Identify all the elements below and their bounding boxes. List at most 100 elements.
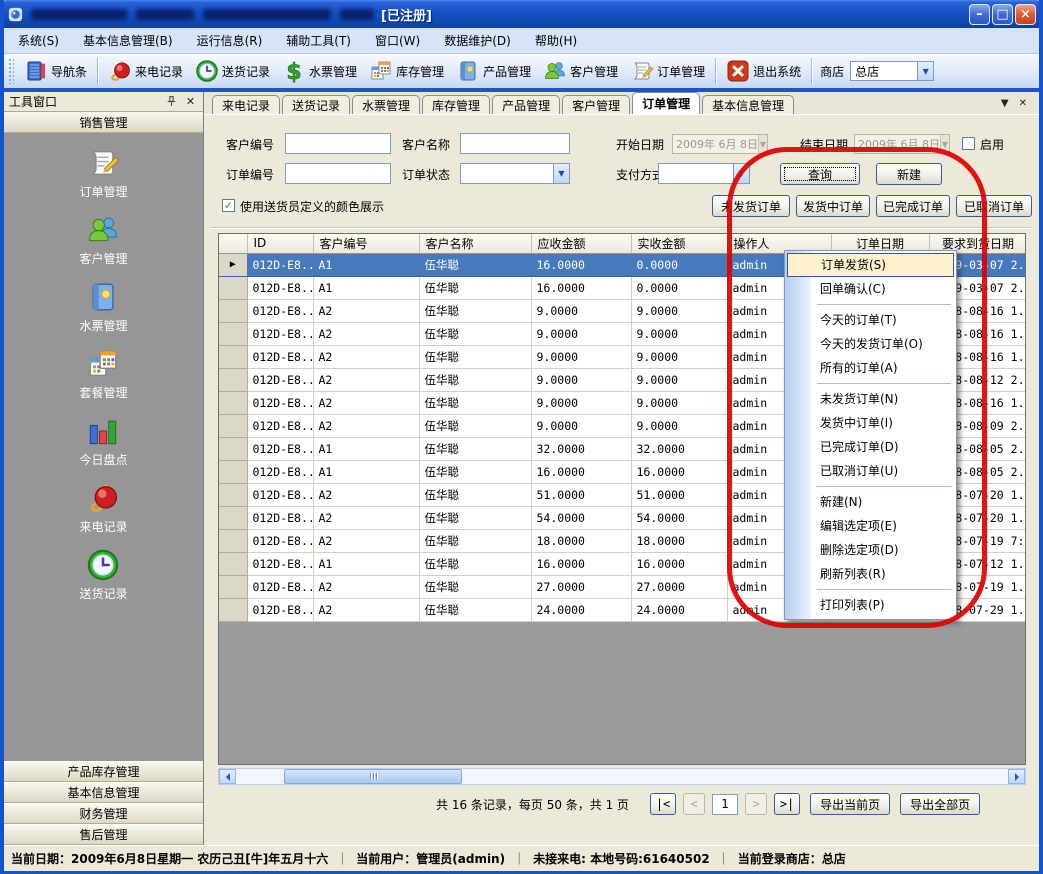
row-selector[interactable]: ▶ <box>219 253 247 276</box>
sidebar-item-water-ticket[interactable]: 水票管理 <box>79 280 127 334</box>
column-header-4[interactable]: 应收金额 <box>531 234 631 253</box>
minimize-button[interactable]: – <box>969 4 990 25</box>
row-selector[interactable] <box>219 414 247 437</box>
context-menu-item-today-orders[interactable]: 今天的订单(T) <box>787 308 954 332</box>
row-selector[interactable] <box>219 598 247 621</box>
column-header-1[interactable]: ID <box>247 234 313 253</box>
tab-call-records[interactable]: 来电记录 <box>212 95 280 114</box>
menubar-item-aux-tools[interactable]: 辅助工具(T) <box>286 32 351 49</box>
context-menu-item-completed-orders[interactable]: 已完成订单(D) <box>787 435 954 459</box>
export-all-pages-button[interactable]: 导出全部页 <box>900 793 980 815</box>
row-selector[interactable] <box>219 437 247 460</box>
menubar-item-basic-info[interactable]: 基本信息管理(B) <box>83 32 173 49</box>
export-current-page-button[interactable]: 导出当前页 <box>810 793 890 815</box>
sidebar-item-delivery-records[interactable]: 送货记录 <box>79 548 127 602</box>
order-no-input[interactable] <box>285 163 391 184</box>
maximize-button[interactable]: □ <box>992 4 1013 25</box>
sidebar-group-after-sales[interactable]: 售后管理 <box>4 824 203 845</box>
toolbar-button-nav-bar[interactable]: 导航条 <box>18 57 93 85</box>
toolbar-button-water-ticket[interactable]: $水票管理 <box>276 57 363 85</box>
menubar-item-window[interactable]: 窗口(W) <box>375 32 420 49</box>
context-menu-item-edit-selected[interactable]: 编辑选定项(E) <box>787 514 954 538</box>
column-header-3[interactable]: 客户名称 <box>419 234 531 253</box>
sidebar-item-today-inventory[interactable]: 今日盘点 <box>79 414 127 468</box>
tab-close-icon[interactable]: ✕ <box>1019 98 1027 109</box>
last-page-button[interactable]: >| <box>774 793 800 815</box>
start-date-picker[interactable]: 2009年 6月 8日 ▼ <box>672 134 768 154</box>
row-selector[interactable] <box>219 322 247 345</box>
column-header[interactable] <box>219 234 247 253</box>
sidebar-group-finance[interactable]: 财务管理 <box>4 803 203 824</box>
context-menu-item-all-orders[interactable]: 所有的订单(A) <box>787 356 954 380</box>
context-menu-item-today-shipped-orders[interactable]: 今天的发货订单(O) <box>787 332 954 356</box>
scrollbar-thumb[interactable] <box>284 769 462 784</box>
tab-overflow-icon[interactable]: ▼ <box>1001 98 1009 109</box>
shop-select[interactable]: 总店▼ <box>850 61 934 81</box>
sidebar-group-sales[interactable]: 销售管理 <box>4 112 203 133</box>
pay-method-select[interactable]: ▼ <box>658 163 750 184</box>
customer-name-input[interactable] <box>460 133 570 154</box>
tab-delivery-records[interactable]: 送货记录 <box>282 95 350 114</box>
context-menu-item-unshipped-orders[interactable]: 未发货订单(N) <box>787 387 954 411</box>
row-selector[interactable] <box>219 552 247 575</box>
order-status-select[interactable]: ▼ <box>460 163 570 184</box>
pin-icon[interactable] <box>164 94 179 109</box>
row-selector[interactable] <box>219 299 247 322</box>
context-menu-item-delete-selected[interactable]: 删除选定项(D) <box>787 538 954 562</box>
completed-orders-filter-button[interactable]: 已完成订单 <box>876 195 950 217</box>
row-selector[interactable] <box>219 276 247 299</box>
tab-customer[interactable]: 客户管理 <box>562 95 630 114</box>
row-selector[interactable] <box>219 483 247 506</box>
customer-no-input[interactable] <box>285 133 391 154</box>
tab-inventory[interactable]: 库存管理 <box>422 95 490 114</box>
delivery-color-checkbox[interactable]: ✓ <box>222 199 235 212</box>
toolbar-button-delivery-records[interactable]: 送货记录 <box>189 57 276 85</box>
context-menu-item-new[interactable]: 新建(N) <box>787 490 954 514</box>
tool-window-close-icon[interactable]: ✕ <box>183 94 198 109</box>
tab-water-ticket[interactable]: 水票管理 <box>352 95 420 114</box>
toolbar-button-customer[interactable]: 客户管理 <box>537 57 624 85</box>
row-selector[interactable] <box>219 368 247 391</box>
shipping-orders-filter-button[interactable]: 发货中订单 <box>796 195 870 217</box>
tab-order[interactable]: 订单管理 <box>632 92 700 114</box>
column-header-2[interactable]: 客户编号 <box>313 234 419 253</box>
toolbar-button-order[interactable]: 订单管理 <box>624 57 711 85</box>
context-menu-item-print-list[interactable]: 打印列表(P) <box>787 593 954 617</box>
tab-basic-info[interactable]: 基本信息管理 <box>702 95 794 114</box>
sidebar-group-product-inventory[interactable]: 产品库存管理 <box>4 761 203 782</box>
toolbar-button-call-records[interactable]: 来电记录 <box>102 57 189 85</box>
row-selector[interactable] <box>219 391 247 414</box>
row-selector[interactable] <box>219 506 247 529</box>
sidebar-item-call-records[interactable]: 来电记录 <box>79 481 127 535</box>
scroll-right-arrow-icon[interactable] <box>1008 769 1025 784</box>
horizontal-scrollbar[interactable] <box>218 768 1026 785</box>
new-button[interactable]: 新建 <box>876 163 942 185</box>
toolbar-button-inventory[interactable]: 库存管理 <box>363 57 450 85</box>
cancelled-orders-filter-button[interactable]: 已取消订单 <box>956 195 1032 217</box>
first-page-button[interactable]: |< <box>650 793 676 815</box>
menubar-item-run-info[interactable]: 运行信息(R) <box>197 32 263 49</box>
sidebar-group-basic-info[interactable]: 基本信息管理 <box>4 782 203 803</box>
column-header-5[interactable]: 实收金额 <box>631 234 727 253</box>
row-selector[interactable] <box>219 345 247 368</box>
sidebar-item-customer[interactable]: 客户管理 <box>79 213 127 267</box>
row-selector[interactable] <box>219 575 247 598</box>
prev-page-button[interactable]: < <box>683 793 705 815</box>
toolbar-button-exit-system[interactable]: 退出系统 <box>720 57 807 85</box>
context-menu-item-shipping-orders[interactable]: 发货中订单(I) <box>787 411 954 435</box>
row-selector[interactable] <box>219 460 247 483</box>
context-menu-item-ship-order[interactable]: 订单发货(S) <box>787 253 954 277</box>
context-menu-item-refresh-list[interactable]: 刷新列表(R) <box>787 562 954 586</box>
query-button[interactable]: 查询 <box>780 163 860 185</box>
tab-product[interactable]: 产品管理 <box>492 95 560 114</box>
enable-dates-checkbox[interactable] <box>962 137 975 150</box>
scroll-left-arrow-icon[interactable] <box>219 769 236 784</box>
row-selector[interactable] <box>219 529 247 552</box>
menubar-item-help[interactable]: 帮助(H) <box>535 32 577 49</box>
end-date-picker[interactable]: 2009年 6月 8日 ▼ <box>854 134 950 154</box>
context-menu-item-receipt-confirm[interactable]: 回单确认(C) <box>787 277 954 301</box>
close-button[interactable]: × <box>1015 4 1036 25</box>
sidebar-item-order[interactable]: 订单管理 <box>79 146 127 200</box>
page-number-input[interactable] <box>712 794 738 815</box>
toolbar-button-product[interactable]: 产品管理 <box>450 57 537 85</box>
